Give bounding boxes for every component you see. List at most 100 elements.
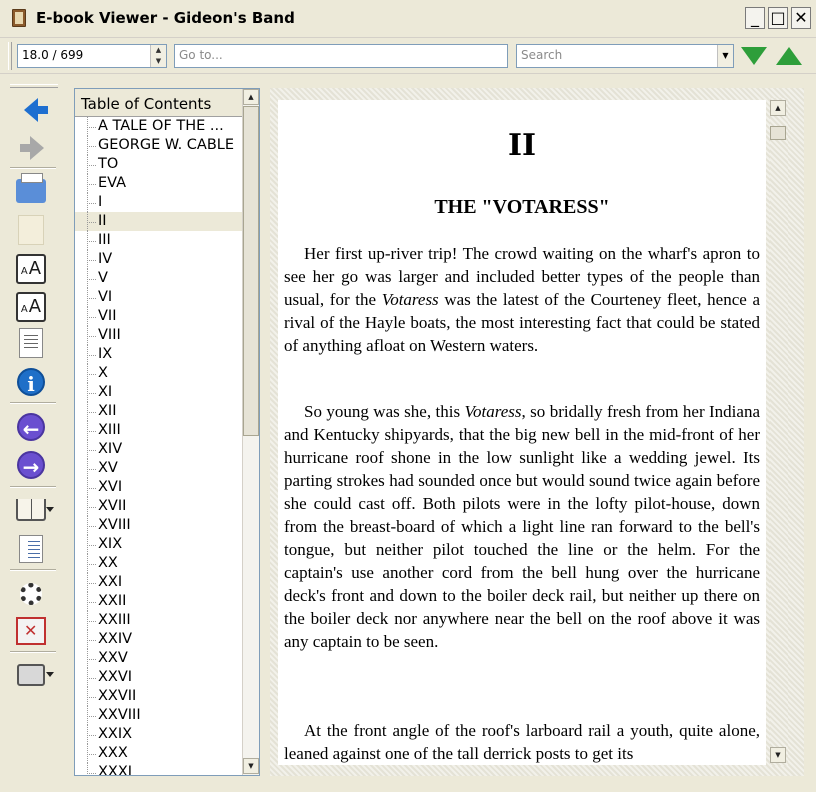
toc-item[interactable]: XXVI <box>75 668 243 687</box>
find-next-icon[interactable] <box>741 47 767 65</box>
reference-mode-button[interactable] <box>14 532 48 566</box>
toc-item[interactable]: XIX <box>75 535 243 554</box>
forward-button[interactable] <box>14 131 48 165</box>
reference-mode-icon <box>19 535 43 563</box>
toc-item[interactable]: XVIII <box>75 516 243 535</box>
toc-item[interactable]: XXVIII <box>75 706 243 725</box>
toc-item[interactable]: XXVII <box>75 687 243 706</box>
toc-item[interactable]: II <box>75 212 243 231</box>
next-page-button[interactable]: → <box>14 448 48 482</box>
toc-scroll-thumb[interactable] <box>243 106 259 436</box>
scroll-down-icon[interactable]: ▼ <box>770 747 786 763</box>
toc-toggle-icon <box>19 328 43 358</box>
toc-item[interactable]: V <box>75 269 243 288</box>
fullscreen-button[interactable] <box>14 614 48 648</box>
spin-up-icon[interactable]: ▲ <box>151 45 166 56</box>
chapter-title: THE "VOTARESS" <box>434 196 610 218</box>
toc-item[interactable]: VII <box>75 307 243 326</box>
print-menu-button[interactable] <box>14 658 48 692</box>
chapter-number: II <box>507 128 537 163</box>
left-toolbar-grip[interactable] <box>10 84 58 88</box>
bookmarks-dropdown-icon[interactable] <box>46 507 54 512</box>
toc-item[interactable]: XIII <box>75 421 243 440</box>
toc-scrollbar[interactable]: ▲ ▼ <box>242 89 259 775</box>
search-input[interactable] <box>521 48 711 62</box>
toolbar-grip[interactable] <box>8 42 12 70</box>
toc-item[interactable]: X <box>75 364 243 383</box>
print-button[interactable] <box>14 173 48 208</box>
spin-down-icon[interactable]: ▼ <box>151 56 166 67</box>
toolbar-separator <box>10 167 56 169</box>
bookmarks-button[interactable] <box>14 493 48 527</box>
reader-scroll-thumb[interactable] <box>770 126 786 140</box>
minimize-button[interactable]: _ <box>745 7 765 29</box>
toc-panel: Table of Contents A TALE OF THE ... GEORG… <box>74 88 260 776</box>
info-icon: i <box>17 368 45 396</box>
toc-item[interactable]: XI <box>75 383 243 402</box>
maximize-button[interactable]: □ <box>768 7 788 29</box>
toc-item[interactable]: III <box>75 231 243 250</box>
paragraph: At the front angle of the roof's larboar… <box>284 719 760 765</box>
toc-item[interactable]: VIII <box>75 326 243 345</box>
italic-text: Votaress <box>381 290 439 309</box>
toc-item[interactable]: XVI <box>75 478 243 497</box>
search-combobox[interactable]: ▼ <box>516 44 734 68</box>
toc-item[interactable]: IV <box>75 250 243 269</box>
scroll-up-icon[interactable]: ▲ <box>770 100 786 116</box>
font-larger-button[interactable]: AA <box>14 252 48 286</box>
search-dropdown-icon[interactable]: ▼ <box>717 45 733 67</box>
toc-item[interactable]: XXV <box>75 649 243 668</box>
toc-item[interactable]: XXII <box>75 592 243 611</box>
reader-scrollbar[interactable]: ▲ ▼ <box>770 98 788 766</box>
goto-input[interactable] <box>179 48 499 62</box>
toc-item[interactable]: XX <box>75 554 243 573</box>
position-input[interactable] <box>22 48 142 62</box>
toc-item[interactable]: XVII <box>75 497 243 516</box>
minimize-icon: _ <box>751 8 759 27</box>
app-book-icon <box>12 9 26 27</box>
book-page[interactable]: II THE "VOTARESS" Her first up-river tri… <box>278 100 766 765</box>
find-previous-icon[interactable] <box>776 47 802 65</box>
scroll-up-icon[interactable]: ▲ <box>243 89 259 105</box>
forward-arrow-icon <box>20 136 44 160</box>
close-button[interactable]: ✕ <box>791 7 811 29</box>
preferences-gear-icon <box>20 583 42 605</box>
font-smaller-button[interactable]: AA <box>14 290 48 324</box>
font-smaller-icon: AA <box>16 292 46 322</box>
toc-header[interactable]: Table of Contents <box>75 89 243 117</box>
toc-item[interactable]: XXIII <box>75 611 243 630</box>
position-stepper[interactable]: ▲ ▼ <box>150 45 166 67</box>
toc-item[interactable]: XII <box>75 402 243 421</box>
toc-item[interactable]: XXIV <box>75 630 243 649</box>
toc-item[interactable]: VI <box>75 288 243 307</box>
fullscreen-icon <box>16 617 46 645</box>
toc-item[interactable]: XIV <box>75 440 243 459</box>
toc-item[interactable]: XXX <box>75 744 243 763</box>
italic-text: Votaress <box>464 402 522 421</box>
toolbar-separator <box>10 486 56 488</box>
paragraph: So young was she, this Votaress, so brid… <box>284 400 760 653</box>
copy-button[interactable] <box>14 213 48 247</box>
previous-page-button[interactable]: ← <box>14 410 48 444</box>
toc-list: A TALE OF THE ... GEORGE W. CABLE TO EVA I II… <box>75 117 243 775</box>
bookmarks-icon <box>16 499 46 521</box>
goto-field[interactable] <box>174 44 508 68</box>
print-dropdown-icon[interactable] <box>46 672 54 677</box>
toc-item[interactable]: XV <box>75 459 243 478</box>
toc-toggle-button[interactable] <box>14 326 48 360</box>
metadata-button[interactable]: i <box>14 365 48 399</box>
back-button[interactable] <box>14 93 48 127</box>
toc-item[interactable]: XXXI <box>75 763 243 775</box>
toolbar-separator <box>10 569 56 571</box>
toc-item[interactable]: IX <box>75 345 243 364</box>
toc-item[interactable]: I <box>75 193 243 212</box>
toc-item[interactable]: TO <box>75 155 243 174</box>
toc-item[interactable]: XXIX <box>75 725 243 744</box>
toc-item[interactable]: EVA <box>75 174 243 193</box>
scroll-down-icon[interactable]: ▼ <box>243 758 259 774</box>
preferences-button[interactable] <box>14 577 48 611</box>
toc-item[interactable]: A TALE OF THE ... <box>75 117 243 136</box>
position-spinbox[interactable]: ▲ ▼ <box>17 44 167 68</box>
toc-item[interactable]: GEORGE W. CABLE <box>75 136 243 155</box>
toc-item[interactable]: XXI <box>75 573 243 592</box>
